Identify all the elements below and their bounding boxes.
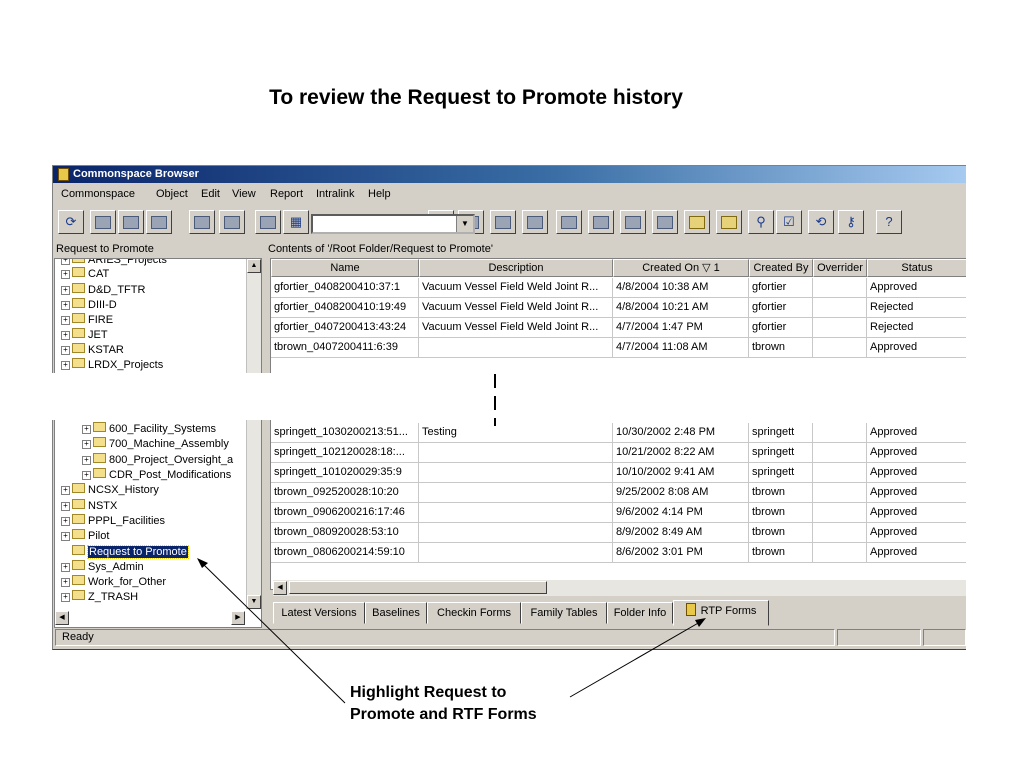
callout-arrow-tab — [569, 621, 701, 698]
callout-line-2: Promote and RTF Forms — [350, 706, 537, 723]
callout-arrow-tree — [202, 563, 346, 704]
arrow-head — [197, 558, 208, 568]
callout-text: Highlight Request to Promote and RTF For… — [350, 682, 537, 726]
callout-line-1: Highlight Request to — [350, 684, 507, 701]
arrow-head — [695, 618, 706, 627]
annotation-overlay — [197, 374, 706, 704]
